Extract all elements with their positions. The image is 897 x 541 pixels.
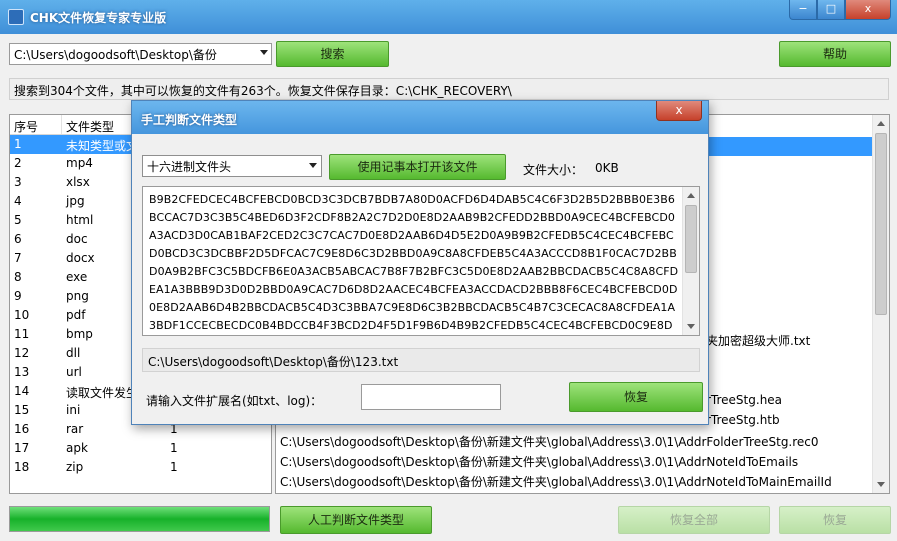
dialog-recover-button[interactable]: 恢复 xyxy=(569,382,703,412)
row-index: 17 xyxy=(14,441,30,455)
row-index: 2 xyxy=(14,156,22,170)
row-index: 13 xyxy=(14,365,30,379)
manual-identify-button[interactable]: 人工判断文件类型 xyxy=(280,506,432,534)
recover-button[interactable]: 恢复 xyxy=(779,506,891,534)
progress-fill xyxy=(10,507,269,531)
list-item[interactable]: rTreeStg.hea xyxy=(706,393,782,407)
list-item[interactable]: C:\Users\dogoodsoft\Desktop\备份\新建文件夹\glo… xyxy=(280,433,819,450)
chevron-down-icon[interactable] xyxy=(260,50,268,55)
file-size-label: 文件大小： xyxy=(523,163,584,177)
row-index: 9 xyxy=(14,289,22,303)
search-button[interactable]: 搜索 xyxy=(276,41,389,67)
view-mode-value: 十六进制文件头 xyxy=(147,160,232,174)
table-row[interactable]: 18 zip 1 xyxy=(10,458,271,477)
minimize-button[interactable]: − xyxy=(789,0,817,20)
chevron-down-icon[interactable] xyxy=(309,163,317,168)
column-header-index[interactable]: 序号 xyxy=(10,115,62,134)
row-type: zip xyxy=(66,460,84,474)
row-index: 18 xyxy=(14,460,30,474)
file-path-display: C:\Users\dogoodsoft\Desktop\备份\123.txt xyxy=(142,348,700,372)
dialog-title-bar: 手工判断文件类型 x xyxy=(132,101,708,134)
row-index: 11 xyxy=(14,327,30,341)
scrollbar-thumb[interactable] xyxy=(685,205,697,273)
extension-input[interactable] xyxy=(361,384,501,410)
row-index: 1 xyxy=(14,137,22,151)
list-item[interactable]: C:\Users\dogoodsoft\Desktop\备份\新建文件夹\glo… xyxy=(280,453,798,470)
status-line: 搜索到304个文件，其中可以恢复的文件有263个。恢复文件保存目录：C:\CHK… xyxy=(9,78,889,100)
manual-type-dialog: 手工判断文件类型 x 十六进制文件头 使用记事本打开该文件 文件大小： 0KB … xyxy=(131,100,709,425)
window-title: CHK文件恢复专家专业版 xyxy=(30,11,167,25)
scroll-up-icon[interactable] xyxy=(877,121,885,126)
row-index: 14 xyxy=(14,384,30,398)
scroll-down-icon[interactable] xyxy=(687,324,695,329)
path-dropdown[interactable]: C:\Users\dogoodsoft\Desktop\备份 xyxy=(9,43,272,65)
row-index: 10 xyxy=(14,308,30,322)
row-index: 8 xyxy=(14,270,22,284)
extension-label: 请输入文件扩展名(如txt、log)： xyxy=(146,394,323,408)
row-index: 5 xyxy=(14,213,22,227)
scroll-down-icon[interactable] xyxy=(877,482,885,487)
row-index: 15 xyxy=(14,403,30,417)
row-type: apk xyxy=(66,441,88,455)
list-item[interactable]: 夹加密超级大师.txt xyxy=(706,332,810,349)
row-index: 12 xyxy=(14,346,30,360)
row-index: 3 xyxy=(14,175,22,189)
hex-content-view[interactable]: B9B2CFEDCEC4BCFEBCD0BCD3C3DCB7BDB7A80D0A… xyxy=(142,186,700,336)
file-size-value: 0KB xyxy=(595,161,619,175)
progress-bar xyxy=(9,506,270,532)
hex-scrollbar[interactable] xyxy=(682,187,699,335)
row-count: 1 xyxy=(170,441,178,455)
maximize-button[interactable]: □ xyxy=(817,0,845,20)
open-in-notepad-button[interactable]: 使用记事本打开该文件 xyxy=(329,154,506,180)
row-index: 16 xyxy=(14,422,30,436)
dialog-close-button[interactable]: x xyxy=(656,101,702,121)
file-list-scrollbar[interactable] xyxy=(872,115,889,493)
window-controls: − □ x xyxy=(789,0,891,20)
row-index: 7 xyxy=(14,251,22,265)
row-count: 1 xyxy=(170,460,178,474)
view-mode-dropdown[interactable]: 十六进制文件头 xyxy=(142,155,322,177)
help-button[interactable]: 帮助 xyxy=(779,41,891,67)
list-item[interactable]: rTreeStg.htb xyxy=(706,413,780,427)
table-row[interactable]: 17 apk 1 xyxy=(10,439,271,458)
dialog-title: 手工判断文件类型 xyxy=(141,113,238,127)
title-bar: CHK文件恢复专家专业版 − □ x xyxy=(0,0,897,34)
dialog-body: 十六进制文件头 使用记事本打开该文件 文件大小： 0KB B9B2CFEDCEC… xyxy=(132,134,708,424)
row-index: 4 xyxy=(14,194,22,208)
close-button[interactable]: x xyxy=(845,0,891,20)
recover-all-button[interactable]: 恢复全部 xyxy=(618,506,770,534)
path-dropdown-value: C:\Users\dogoodsoft\Desktop\备份 xyxy=(14,48,217,62)
app-icon xyxy=(8,9,24,25)
hex-content-text: B9B2CFEDCEC4BCFEBCD0BCD3C3DCB7BDB7A80D0A… xyxy=(149,193,679,332)
scroll-up-icon[interactable] xyxy=(687,193,695,198)
scrollbar-thumb[interactable] xyxy=(875,133,887,315)
list-item[interactable]: C:\Users\dogoodsoft\Desktop\备份\新建文件夹\glo… xyxy=(280,473,832,490)
row-index: 6 xyxy=(14,232,22,246)
